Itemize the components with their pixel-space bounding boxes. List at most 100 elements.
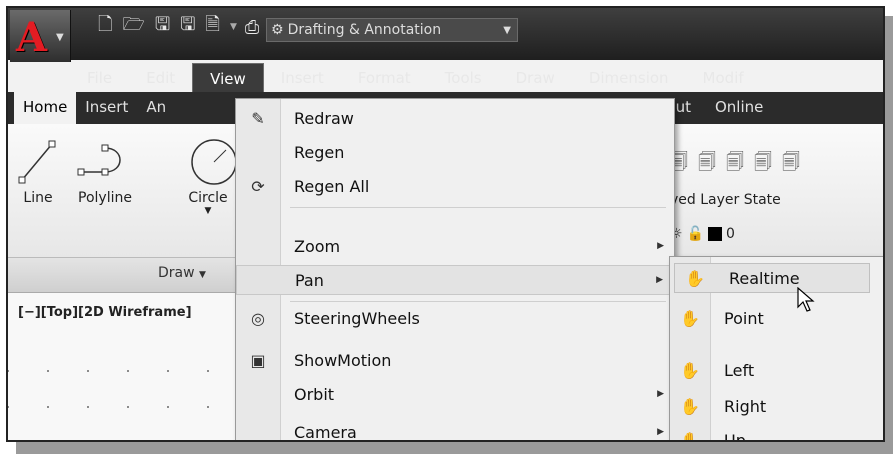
view-menu: ✎ Redraw Regen ⟳ Regen All Zoom ▶ Pan ▶ …	[235, 98, 675, 442]
polyline-tool[interactable]: Polyline	[70, 136, 140, 206]
submenu-item-up[interactable]: ✋ Up	[670, 425, 883, 442]
menu-item-label: Up	[724, 430, 746, 442]
new-file-icon[interactable]: 🗋	[98, 12, 112, 42]
workspace-dropdown[interactable]: ⚙ Drafting & Annotation ▼	[266, 18, 518, 42]
menu-item-label: Point	[724, 308, 764, 328]
menu-item-regen-all[interactable]: ⟳ Regen All	[236, 171, 674, 201]
submenu-arrow-icon: ▶	[656, 275, 663, 285]
polyline-label: Polyline	[78, 190, 132, 206]
mouse-cursor-icon	[797, 287, 815, 312]
unlock-icon: 🔓	[686, 226, 704, 242]
save-icon[interactable]: 🖫	[155, 12, 170, 42]
submenu-arrow-icon: ▶	[657, 427, 664, 437]
menu-item-label: Realtime	[729, 268, 800, 288]
menu-file[interactable]: File	[70, 63, 129, 93]
menu-item-steeringwheels[interactable]: ◎ SteeringWheels	[236, 303, 674, 333]
layer-tools[interactable]: 🗐🗐🗐🗐🗐	[670, 150, 810, 180]
menu-item-label: Regen	[294, 142, 345, 162]
menu-tools[interactable]: Tools	[428, 63, 499, 93]
tab-home[interactable]: Home	[14, 92, 77, 124]
menu-item-label: Orbit	[294, 384, 335, 404]
menu-bar: File Edit View Insert Format Tools Draw …	[70, 63, 883, 93]
menu-item-orbit[interactable]: Orbit ▶	[236, 379, 674, 409]
menu-item-label: Zoom	[294, 236, 341, 256]
steering-wheel-icon: ◎	[251, 308, 265, 328]
save-as-icon[interactable]: 🖫	[180, 12, 195, 42]
tab-insert[interactable]: Insert	[76, 92, 137, 124]
layer-color-swatch	[708, 227, 722, 241]
chevron-down-icon: ▼	[204, 206, 212, 216]
chevron-down-icon: ▼	[503, 24, 511, 36]
pan-submenu: ✋ Realtime ✋ Point ✋ Left ✋ Right ✋ Up	[669, 256, 883, 442]
open-folder-icon[interactable]: 🗁	[122, 12, 144, 42]
pan-left-icon: ✋	[680, 360, 700, 380]
line-tool[interactable]: Line	[16, 136, 60, 206]
layer-state-dropdown[interactable]: ved Layer State	[670, 192, 781, 208]
menu-item-camera[interactable]: Camera ▶	[236, 417, 674, 442]
show-motion-icon: ▣	[250, 350, 266, 370]
submenu-item-point[interactable]: ✋ Point	[670, 303, 883, 333]
regen-all-icon: ⟳	[251, 176, 265, 196]
circle-label: Circle	[188, 190, 228, 206]
menu-item-label: Redraw	[294, 108, 354, 128]
chevron-down-icon[interactable]: ▼	[230, 22, 237, 32]
menu-separator	[290, 207, 666, 208]
layer-dropdown[interactable]: ☼ 🔓 0	[670, 226, 735, 242]
draw-panel-label[interactable]: Draw ▼	[158, 265, 206, 281]
autocad-window: A ▼ 🗋 🗁 🖫 🖫 🗎 ▼ ⎙ ↶ ▼ ↷ ▼ ⚙ Drafting & A…	[6, 6, 885, 442]
menu-item-label: ShowMotion	[294, 350, 392, 370]
circle-tool[interactable]: Circle ▼	[180, 136, 237, 216]
pan-realtime-icon: ✋	[685, 268, 705, 288]
line-label: Line	[23, 190, 53, 206]
menu-modify[interactable]: Modif	[686, 63, 761, 93]
layer-unisolate-icon[interactable]: 🗐	[782, 152, 810, 173]
grid-dots	[8, 353, 238, 423]
menu-item-label: SteeringWheels	[294, 308, 420, 328]
menu-insert[interactable]: Insert	[264, 63, 341, 93]
menu-format[interactable]: Format	[341, 63, 428, 93]
menu-edit[interactable]: Edit	[129, 63, 192, 93]
menu-item-regen[interactable]: Regen	[236, 137, 674, 167]
tab-annotate[interactable]: An	[137, 92, 175, 124]
menu-draw[interactable]: Draw	[499, 63, 572, 93]
circle-icon	[191, 139, 237, 185]
viewport-controls[interactable]: [−][Top][2D Wireframe]	[18, 305, 192, 320]
menu-view[interactable]: View	[192, 63, 264, 93]
chevron-down-icon: ▼	[199, 270, 206, 280]
autocad-logo-icon: A	[16, 14, 48, 61]
menu-item-label: Left	[724, 360, 755, 380]
submenu-item-realtime[interactable]: ✋ Realtime	[674, 263, 870, 293]
layer-previous-icon[interactable]: 🗐	[726, 152, 754, 173]
menu-item-label: Camera	[294, 422, 357, 442]
chevron-down-icon: ▼	[56, 32, 64, 43]
pan-up-icon: ✋	[680, 430, 700, 442]
print-icon[interactable]: ⎙	[245, 17, 259, 38]
workspace-label: Drafting & Annotation	[287, 22, 442, 38]
plot-icon[interactable]: 🗎	[206, 12, 220, 42]
line-icon	[18, 140, 56, 184]
window-shadow	[16, 442, 893, 454]
redraw-icon: ✎	[251, 108, 265, 128]
menu-item-redraw[interactable]: ✎ Redraw	[236, 103, 674, 133]
layer-isolate-icon[interactable]: 🗐	[754, 152, 782, 173]
title-bar: A ▼ 🗋 🗁 🖫 🖫 🗎 ▼ ⎙ ↶ ▼ ↷ ▼ ⚙ Drafting & A…	[8, 8, 883, 62]
submenu-item-left[interactable]: ✋ Left	[670, 355, 883, 385]
submenu-item-right[interactable]: ✋ Right	[670, 391, 883, 421]
menu-item-pan[interactable]: Pan ▶	[236, 265, 674, 295]
layer-state-icon[interactable]: 🗐	[698, 152, 726, 173]
menu-separator	[290, 301, 666, 302]
menu-item-showmotion[interactable]: ▣ ShowMotion	[236, 345, 674, 375]
menu-dimension[interactable]: Dimension	[572, 63, 686, 93]
application-menu-button[interactable]: A ▼	[10, 10, 71, 62]
menu-item-zoom[interactable]: Zoom ▶	[236, 231, 674, 261]
layer-name: 0	[726, 226, 735, 242]
menu-item-label: Regen All	[294, 176, 370, 196]
tab-online[interactable]: Online	[706, 92, 772, 124]
submenu-arrow-icon: ▶	[657, 389, 664, 399]
submenu-arrow-icon: ▶	[657, 241, 664, 251]
menu-item-label: Right	[724, 396, 767, 416]
pan-point-icon: ✋	[680, 308, 700, 328]
gear-icon: ⚙	[271, 22, 284, 38]
menu-item-label: Pan	[295, 270, 324, 290]
window-shadow	[885, 16, 893, 454]
